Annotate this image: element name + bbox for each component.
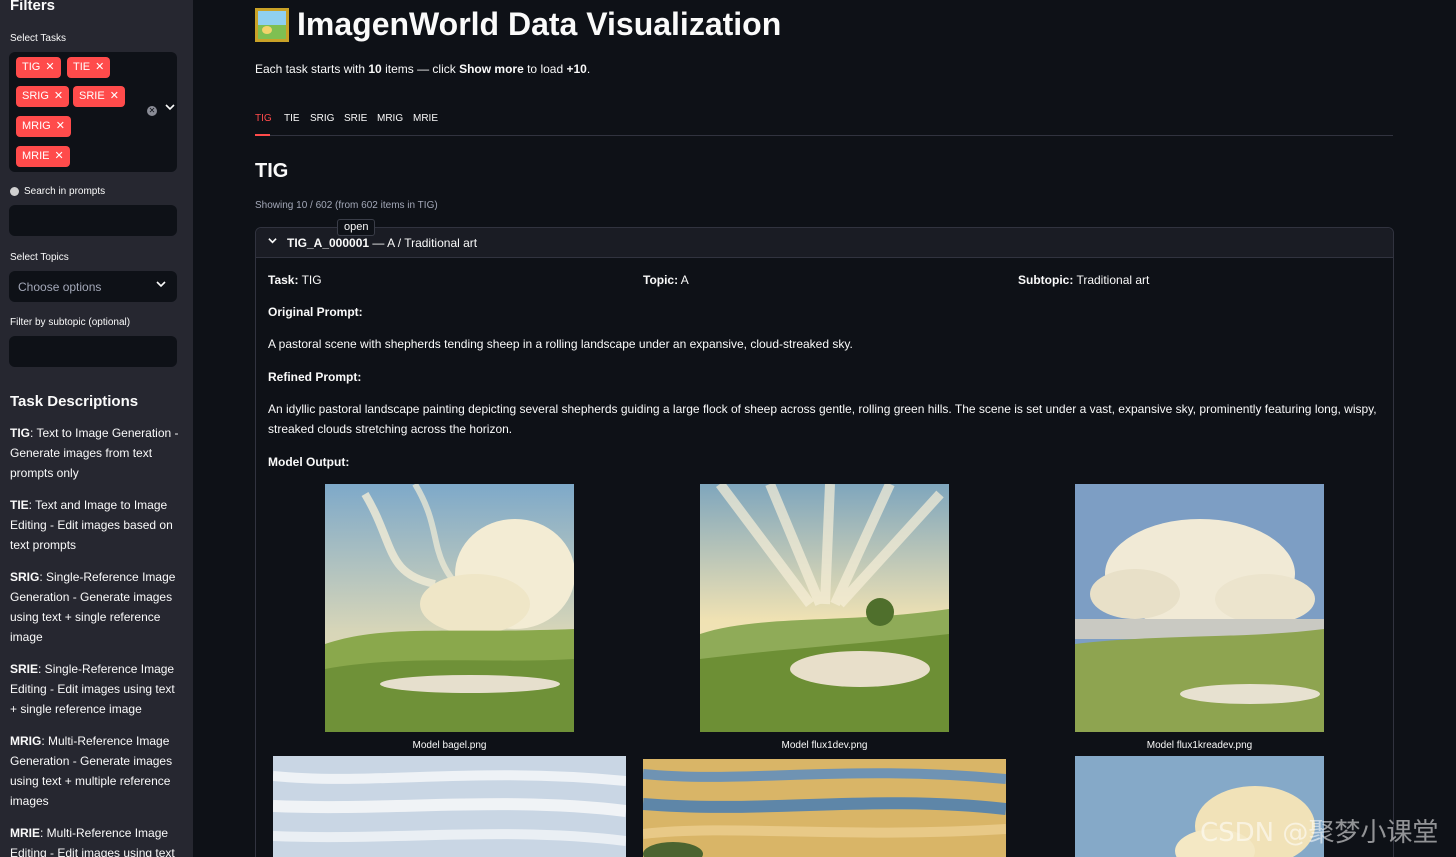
chip-label: MRIG	[22, 120, 51, 132]
topics-label: Select Topics	[10, 252, 69, 263]
framed-picture-icon	[255, 7, 289, 42]
tab-mrig[interactable]: MRIG	[377, 113, 403, 124]
expander-title: TIG_A_000001 — A / Traditional art	[287, 236, 478, 250]
model-output-image	[1075, 484, 1324, 732]
task-description: TIE: Text and Image to Image Editing - E…	[10, 498, 173, 552]
chip-label: TIE	[73, 61, 91, 73]
chip-label: SRIE	[79, 90, 105, 102]
model-output-image	[700, 484, 949, 732]
chip-tie[interactable]: TIE ✕	[67, 57, 111, 78]
topics-select[interactable]: Choose options	[9, 271, 177, 302]
task-description: MRIE: Multi-Reference Image Editing - Ed…	[10, 826, 175, 857]
chip-label: MRIE	[22, 150, 50, 162]
tab-tie[interactable]: TIE	[284, 113, 300, 124]
subtopic-meta: Subtopic: Traditional art	[1018, 273, 1150, 287]
model-output-image	[643, 759, 1006, 857]
task-meta: Task: TIG	[268, 273, 322, 287]
expander-header[interactable]: TIG_A_000001 — A / Traditional art	[256, 228, 1393, 258]
chip-srie[interactable]: SRIE ✕	[73, 86, 125, 107]
showing-count: Showing 10 / 602 (from 602 items in TIG)	[255, 200, 438, 211]
chip-tig[interactable]: TIG ✕	[16, 57, 61, 78]
chip-label: SRIG	[22, 90, 49, 102]
search-label: Search in prompts	[24, 186, 106, 197]
page-title: ImagenWorld Data Visualization	[297, 6, 782, 42]
chip-mrig[interactable]: MRIG ✕	[16, 116, 71, 137]
tab-srig[interactable]: SRIG	[310, 113, 334, 124]
tasks-label: Select Tasks	[10, 33, 66, 44]
original-prompt-label: Original Prompt:	[268, 305, 363, 319]
remove-chip-icon[interactable]: ✕	[55, 150, 64, 162]
task-tabs: TIG TIE SRIG SRIE MRIG MRIE	[255, 113, 1393, 136]
clear-all-icon[interactable]: ✕	[147, 106, 157, 116]
chip-label: TIG	[22, 61, 41, 73]
image-caption: Model flux1dev.png	[781, 740, 868, 751]
active-tab-indicator	[255, 134, 270, 136]
remove-chip-icon[interactable]: ✕	[54, 90, 63, 102]
sidebar-title: Filters	[10, 0, 56, 14]
topic-meta: Topic: A	[643, 273, 689, 287]
sidebar: Filters Select Tasks TIG ✕ TIE ✕ SRIG ✕ SRI…	[0, 0, 193, 857]
intro-text: Each task starts with 10 items — click S…	[255, 62, 591, 76]
tab-srie[interactable]: SRIE	[344, 113, 367, 124]
image-caption: Model flux1kreadev.png	[1146, 740, 1253, 751]
section-title: TIG	[255, 160, 289, 182]
task-multiselect[interactable]: TIG ✕ TIE ✕ SRIG ✕ SRIE ✕ MRIG ✕ MRIE ✕ ✕	[9, 52, 177, 172]
remove-chip-icon[interactable]: ✕	[56, 120, 65, 132]
model-output-image	[273, 756, 626, 857]
tab-mrie[interactable]: MRIE	[413, 113, 438, 124]
subtopic-input[interactable]	[9, 336, 177, 367]
chevron-down-icon	[268, 236, 277, 248]
model-output-label: Model Output:	[268, 455, 350, 469]
remove-chip-icon[interactable]: ✕	[45, 61, 54, 73]
refined-prompt-label: Refined Prompt:	[268, 370, 362, 384]
task-description: TIG: Text to Image Generation - Generate…	[10, 426, 179, 480]
chip-mrie[interactable]: MRIE ✕	[16, 146, 70, 167]
remove-chip-icon[interactable]: ✕	[95, 61, 104, 73]
tooltip: open	[337, 219, 376, 236]
task-description: SRIG: Single-Reference Image Generation …	[10, 570, 176, 644]
refined-prompt-text: An idyllic pastoral landscape painting d…	[268, 402, 1377, 436]
topics-placeholder: Choose options	[18, 280, 102, 294]
model-output-image	[325, 484, 574, 732]
chevron-down-icon	[156, 278, 166, 292]
search-input[interactable]	[9, 205, 177, 236]
chip-srig[interactable]: SRIG ✕	[16, 86, 70, 107]
task-description: MRIG: Multi-Reference Image Generation -…	[10, 734, 173, 808]
task-description: SRIE: Single-Reference Image Editing - E…	[10, 662, 175, 716]
tab-tig[interactable]: TIG	[255, 113, 272, 124]
subtopic-label: Filter by subtopic (optional)	[10, 317, 131, 328]
task-descriptions-title: Task Descriptions	[10, 393, 139, 410]
original-prompt-text: A pastoral scene with shepherds tending …	[268, 337, 853, 351]
image-caption: Model bagel.png	[412, 740, 487, 751]
watermark: CSDN @聚梦小课堂	[1200, 818, 1439, 848]
chevron-down-icon[interactable]	[165, 102, 175, 115]
page-header: ImagenWorld Data Visualization	[255, 6, 781, 43]
search-toggle-icon[interactable]	[10, 187, 19, 196]
remove-chip-icon[interactable]: ✕	[110, 90, 119, 102]
